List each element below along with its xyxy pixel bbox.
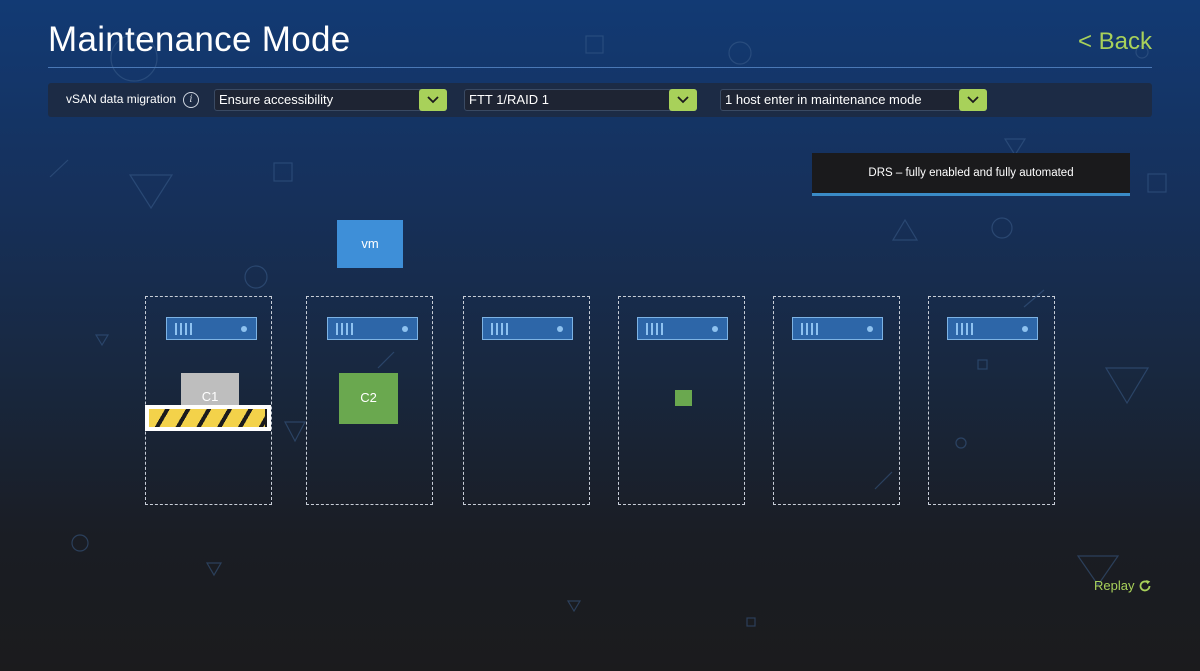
refresh-icon [1140,579,1151,591]
component-placeholder [675,390,692,406]
host-3 [463,296,590,505]
data-migration-select-value: Ensure accessibility [219,92,334,107]
data-migration-select[interactable]: Ensure accessibility [214,89,447,111]
drs-status-banner: DRS – fully enabled and fully automated [812,153,1130,196]
back-link[interactable]: < Back [1078,28,1152,56]
host-scenario-select-value: 1 host enter in maintenance mode [725,92,922,107]
page-title: Maintenance Mode [48,20,351,59]
server-icon [166,317,257,340]
replay-button[interactable]: Replay [1094,578,1152,593]
header-divider [48,67,1152,68]
server-icon [327,317,418,340]
ftt-policy-select[interactable]: FTT 1/RAID 1 [464,89,697,111]
host-scenario-select[interactable]: 1 host enter in maintenance mode [720,89,987,111]
options-toolbar: vSAN data migration i Ensure accessibili… [48,83,1152,117]
vsan-data-migration-label: vSAN data migration [66,92,177,106]
chevron-down-icon[interactable] [669,89,697,111]
host-6 [928,296,1055,505]
replay-label: Replay [1094,578,1135,593]
chevron-down-icon[interactable] [419,89,447,111]
info-icon[interactable]: i [183,92,199,108]
migration-progress-fill [149,409,265,427]
component-c2: C2 [339,373,398,424]
migration-progress-bar [145,405,271,431]
server-icon [482,317,573,340]
vm-object: vm [337,220,403,268]
server-icon [637,317,728,340]
host-5 [773,296,900,505]
server-icon [792,317,883,340]
ftt-policy-select-value: FTT 1/RAID 1 [469,92,549,107]
server-icon [947,317,1038,340]
chevron-down-icon[interactable] [959,89,987,111]
